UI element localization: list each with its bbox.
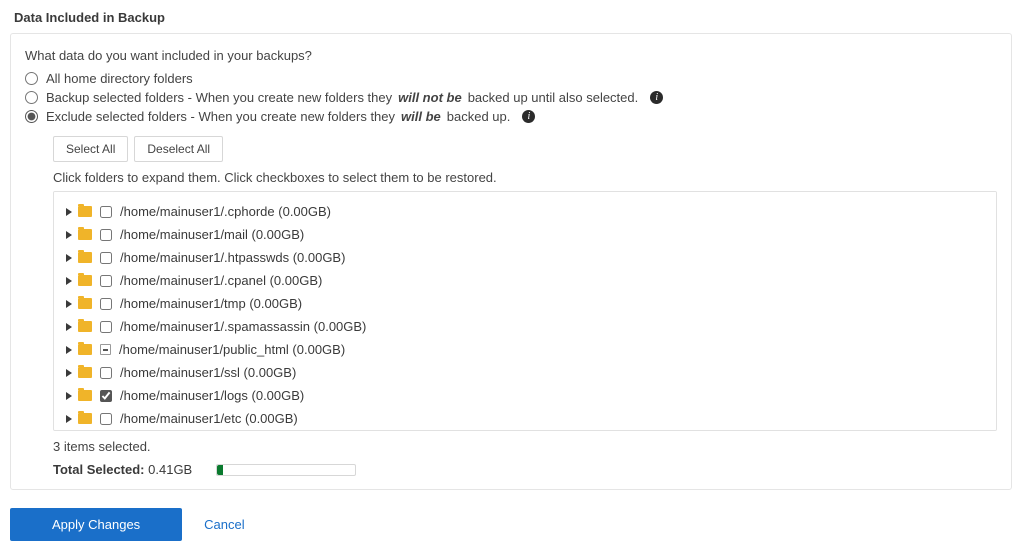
chevron-right-icon[interactable] — [66, 231, 72, 239]
folder-path: /home/mainuser1/mail (0.00GB) — [120, 227, 304, 242]
radio-option-all[interactable]: All home directory folders — [25, 69, 997, 88]
folder-path: /home/mainuser1/.htpasswds (0.00GB) — [120, 250, 345, 265]
total-value: 0.41GB — [148, 462, 192, 477]
folder-path: /home/mainuser1/.cphorde (0.00GB) — [120, 204, 331, 219]
radio-backup-selected-pre: Backup selected folders - When you creat… — [46, 90, 392, 105]
chevron-right-icon[interactable] — [66, 277, 72, 285]
tree-row[interactable]: /home/mainuser1/.spamassassin (0.00GB) — [64, 315, 988, 338]
tree-row[interactable]: /home/mainuser1/logs (0.00GB) — [64, 384, 988, 407]
folder-checkbox[interactable] — [100, 298, 112, 310]
folder-icon — [78, 206, 92, 217]
folder-checkbox[interactable] — [100, 275, 112, 287]
tree-row[interactable]: /home/mainuser1/.cpanel (0.00GB) — [64, 269, 988, 292]
apply-changes-button[interactable]: Apply Changes — [10, 508, 182, 541]
tree-row[interactable]: /home/mainuser1/.cphorde (0.00GB) — [64, 200, 988, 223]
folder-checkbox-indeterminate[interactable] — [100, 344, 111, 355]
chevron-right-icon[interactable] — [66, 254, 72, 262]
actions-row: Apply Changes Cancel — [0, 500, 1022, 553]
tree-row[interactable]: /home/mainuser1/ssl (0.00GB) — [64, 361, 988, 384]
radio-backup-selected[interactable] — [25, 91, 38, 104]
chevron-right-icon[interactable] — [66, 415, 72, 423]
folder-checkbox[interactable] — [100, 390, 112, 402]
folder-path: /home/mainuser1/.spamassassin (0.00GB) — [120, 319, 366, 334]
question-text: What data do you want included in your b… — [25, 48, 997, 63]
select-buttons-row: Select All Deselect All — [53, 136, 997, 162]
tree-row[interactable]: /home/mainuser1/public_html (0.00GB) — [64, 338, 988, 361]
folder-tree[interactable]: /home/mainuser1/.cphorde (0.00GB) /home/m… — [53, 191, 997, 431]
chevron-right-icon[interactable] — [66, 369, 72, 377]
radio-backup-selected-post: backed up until also selected. — [468, 90, 639, 105]
chevron-right-icon[interactable] — [66, 346, 72, 354]
folder-path: /home/mainuser1/.cpanel (0.00GB) — [120, 273, 322, 288]
folder-checkbox[interactable] — [100, 206, 112, 218]
folder-icon — [78, 229, 92, 240]
folder-icon — [78, 298, 92, 309]
radio-option-backup-selected[interactable]: Backup selected folders - When you creat… — [25, 88, 997, 107]
radio-exclude-selected[interactable] — [25, 110, 38, 123]
radio-exclude-selected-emph: will be — [401, 109, 441, 124]
radio-option-exclude-selected[interactable]: Exclude selected folders - When you crea… — [25, 107, 997, 126]
folder-checkbox[interactable] — [100, 229, 112, 241]
folder-checkbox[interactable] — [100, 321, 112, 333]
info-icon[interactable]: i — [522, 110, 535, 123]
total-label: Total Selected: — [53, 462, 145, 477]
folder-path: /home/mainuser1/public_html (0.00GB) — [119, 342, 345, 357]
folder-path: /home/mainuser1/etc (0.00GB) — [120, 411, 298, 426]
folder-path: /home/mainuser1/ssl (0.00GB) — [120, 365, 296, 380]
selected-status: 3 items selected. — [53, 439, 997, 454]
instruction-text: Click folders to expand them. Click chec… — [53, 170, 997, 185]
radio-all-label: All home directory folders — [46, 71, 193, 86]
radio-exclude-selected-pre: Exclude selected folders - When you crea… — [46, 109, 395, 124]
chevron-right-icon[interactable] — [66, 300, 72, 308]
folder-checkbox[interactable] — [100, 367, 112, 379]
folder-path: /home/mainuser1/tmp (0.00GB) — [120, 296, 302, 311]
folder-icon — [78, 275, 92, 286]
radio-exclude-selected-post: backed up. — [447, 109, 511, 124]
folder-icon — [78, 344, 92, 355]
tree-row[interactable]: /home/mainuser1/mail (0.00GB) — [64, 223, 988, 246]
folder-icon — [78, 321, 92, 332]
radio-backup-selected-emph: will not be — [398, 90, 462, 105]
radio-all[interactable] — [25, 72, 38, 85]
total-row: Total Selected: 0.41GB — [53, 462, 997, 477]
backup-panel: What data do you want included in your b… — [10, 33, 1012, 490]
progress-fill — [217, 465, 223, 475]
chevron-right-icon[interactable] — [66, 208, 72, 216]
tree-row[interactable]: /home/mainuser1/etc (0.00GB) — [64, 407, 988, 430]
folder-checkbox[interactable] — [100, 413, 112, 425]
chevron-right-icon[interactable] — [66, 323, 72, 331]
tree-row[interactable]: /home/mainuser1/tmp (0.00GB) — [64, 292, 988, 315]
folder-icon — [78, 367, 92, 378]
progress-bar — [216, 464, 356, 476]
cancel-link[interactable]: Cancel — [204, 517, 244, 532]
chevron-right-icon[interactable] — [66, 392, 72, 400]
panel-title: Data Included in Backup — [0, 0, 1022, 33]
select-all-button[interactable]: Select All — [53, 136, 128, 162]
folder-icon — [78, 413, 92, 424]
folder-path: /home/mainuser1/logs (0.00GB) — [120, 388, 304, 403]
info-icon[interactable]: i — [650, 91, 663, 104]
tree-row[interactable]: /home/mainuser1/.htpasswds (0.00GB) — [64, 246, 988, 269]
folder-checkbox[interactable] — [100, 252, 112, 264]
folder-icon — [78, 390, 92, 401]
deselect-all-button[interactable]: Deselect All — [134, 136, 223, 162]
folder-icon — [78, 252, 92, 263]
